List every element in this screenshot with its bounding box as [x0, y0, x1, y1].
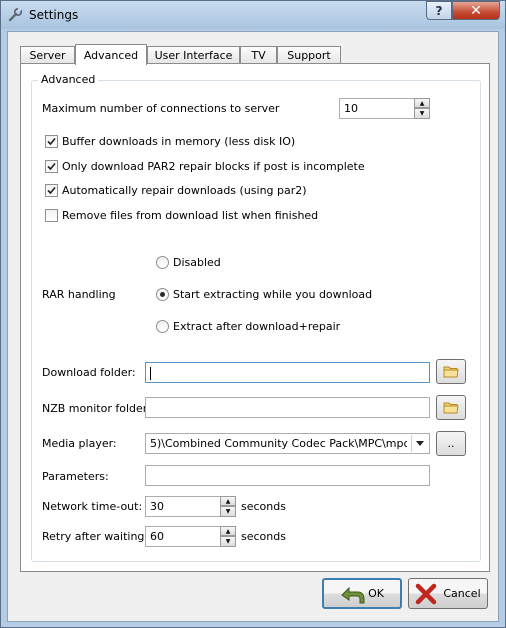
par2-blocks-checkbox[interactable]	[45, 160, 58, 173]
title-bar[interactable]: Settings ? ✕	[1, 1, 505, 29]
wrench-icon	[8, 7, 23, 22]
buffer-downloads-label: Buffer downloads in memory (less disk IO…	[62, 135, 296, 148]
folder-icon	[443, 366, 459, 378]
max-connections-input[interactable]: 10	[339, 98, 415, 119]
cancel-x-icon	[416, 583, 437, 604]
download-folder-input[interactable]	[145, 362, 430, 383]
retry-after-down-button[interactable]: ▼	[220, 536, 236, 547]
advanced-tab-pane: Advanced Maximum number of connections t…	[20, 63, 490, 572]
buffer-downloads-checkbox[interactable]	[45, 135, 58, 148]
remove-finished-checkbox[interactable]	[45, 209, 58, 222]
network-timeout-spinbox[interactable]: 30 ▲ ▼	[145, 496, 237, 517]
download-folder-browse-button[interactable]	[436, 359, 466, 384]
remove-finished-label: Remove files from download list when fin…	[62, 209, 319, 222]
tab-support[interactable]: Support	[277, 46, 341, 64]
par2-blocks-label: Only download PAR2 repair blocks if post…	[62, 160, 365, 173]
radio-selected-dot	[160, 292, 165, 297]
tab-tv[interactable]: TV	[240, 46, 277, 64]
parameters-label: Parameters:	[42, 470, 109, 483]
rar-disabled-radio[interactable]	[156, 256, 169, 269]
checkmark-icon	[47, 186, 56, 195]
tab-advanced[interactable]: Advanced	[75, 44, 147, 65]
rar-extract-while-downloading-radio[interactable]	[156, 288, 169, 301]
network-timeout-label: Network time-out:	[42, 500, 143, 513]
group-legend: Advanced	[38, 73, 99, 86]
retry-after-label: Retry after waiting:	[42, 530, 149, 543]
cancel-button[interactable]: Cancel	[408, 578, 488, 609]
auto-repair-label: Automatically repair downloads (using pa…	[62, 184, 307, 197]
max-connections-up-button[interactable]: ▲	[414, 98, 430, 108]
rar-handling-label: RAR handling	[42, 288, 116, 301]
help-button[interactable]: ?	[426, 1, 452, 20]
retry-after-up-button[interactable]: ▲	[220, 526, 236, 536]
retry-after-input[interactable]: 60	[145, 526, 221, 547]
max-connections-label: Maximum number of connections to server	[42, 102, 280, 115]
text-caret	[150, 366, 151, 380]
checkmark-icon	[47, 137, 56, 146]
tab-server[interactable]: Server	[20, 46, 75, 64]
max-connections-spinbox[interactable]: 10 ▲ ▼	[339, 98, 431, 119]
network-timeout-down-button[interactable]: ▼	[220, 506, 236, 517]
nzb-monitor-folder-input[interactable]	[145, 397, 430, 418]
media-player-label: Media player:	[42, 437, 117, 450]
tab-user-interface[interactable]: User Interface	[147, 46, 240, 64]
rar-extract-while-downloading-label: Start extracting while you download	[173, 288, 373, 301]
nzb-monitor-folder-browse-button[interactable]	[436, 395, 466, 420]
media-player-value: 5)\Combined Community Codec Pack\MPC\mpc…	[150, 437, 407, 450]
network-timeout-up-button[interactable]: ▲	[220, 496, 236, 506]
cancel-label: Cancel	[443, 587, 481, 600]
media-player-browse-button[interactable]: ..	[436, 431, 466, 456]
settings-window: Settings ? ✕ Server Advanced User Interf…	[0, 0, 506, 628]
window-title: Settings	[29, 8, 79, 22]
rar-disabled-label: Disabled	[173, 256, 221, 269]
retry-after-spinbox[interactable]: 60 ▲ ▼	[145, 526, 237, 547]
media-player-combobox[interactable]: 5)\Combined Community Codec Pack\MPC\mpc…	[145, 433, 430, 454]
close-button[interactable]: ✕	[452, 1, 500, 20]
ok-label: OK	[368, 587, 384, 600]
auto-repair-checkbox[interactable]	[45, 184, 58, 197]
download-folder-label: Download folder:	[42, 366, 136, 379]
advanced-group: Advanced Maximum number of connections t…	[31, 73, 481, 562]
rar-extract-after-radio[interactable]	[156, 320, 169, 333]
check-arrow-icon	[341, 586, 365, 603]
max-connections-down-button[interactable]: ▼	[414, 108, 430, 119]
retry-after-unit: seconds	[241, 530, 286, 543]
network-timeout-unit: seconds	[241, 500, 286, 513]
folder-icon	[443, 402, 459, 414]
network-timeout-input[interactable]: 30	[145, 496, 221, 517]
nzb-monitor-folder-label: NZB monitor folder:	[42, 402, 151, 415]
dialog-client: Server Advanced User Interface TV Suppor…	[7, 31, 499, 622]
ok-button[interactable]: OK	[322, 578, 402, 609]
rar-extract-after-label: Extract after download+repair	[173, 320, 341, 333]
parameters-input[interactable]	[145, 465, 430, 486]
checkmark-icon	[47, 162, 56, 171]
chevron-down-icon[interactable]	[411, 435, 428, 452]
